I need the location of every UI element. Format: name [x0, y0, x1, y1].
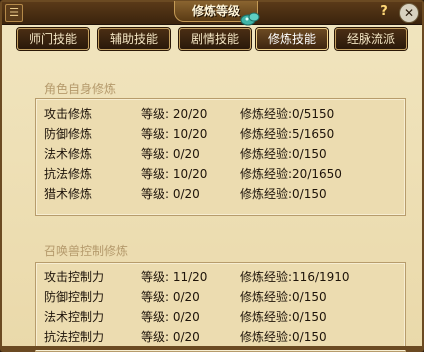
skill-level: 等级: 0/20 — [141, 310, 200, 324]
skill-exp: 修炼经验:0/5150 — [240, 107, 335, 121]
jade-ornament-icon — [240, 12, 260, 26]
self-cultivation-heading: 角色自身修炼 — [44, 82, 117, 96]
window-bottom-border — [2, 346, 422, 350]
skill-name: 猎术修炼 — [44, 187, 93, 201]
skill-level: 等级: 0/20 — [141, 187, 200, 201]
pet-control-panel: 攻击控制力 等级: 11/20 修炼经验:116/1910 防御控制力 等级: … — [35, 262, 406, 352]
skill-exp: 修炼经验:0/150 — [240, 330, 327, 344]
pet-control-heading: 召唤兽控制修炼 — [44, 244, 129, 258]
skill-exp: 修炼经验:0/150 — [240, 310, 327, 324]
skill-level: 等级: 10/20 — [141, 127, 208, 141]
skill-name: 抗法控制力 — [44, 330, 105, 344]
skill-name: 攻击修炼 — [44, 107, 93, 121]
skill-exp: 修炼经验:0/150 — [240, 147, 327, 161]
skill-level: 等级: 0/20 — [141, 147, 200, 161]
skill-name: 法术修炼 — [44, 147, 93, 161]
title-bar[interactable]: ☰ 修炼等级 ? ✕ — [2, 1, 422, 26]
skill-level: 等级: 0/20 — [141, 330, 200, 344]
tab-sect-skills[interactable]: 师门技能 — [17, 28, 89, 50]
skill-exp: 修炼经验:5/1650 — [240, 127, 335, 141]
close-button[interactable]: ✕ — [399, 3, 419, 23]
tab-support-skills[interactable]: 辅助技能 — [98, 28, 170, 50]
tab-story-skills[interactable]: 剧情技能 — [179, 28, 251, 50]
skill-level: 等级: 10/20 — [141, 167, 208, 181]
cultivation-window: ☰ 修炼等级 ? ✕ 师门技能 辅助技能 剧情技能 修炼技能 经脉流派 角色自身… — [0, 0, 424, 352]
skill-exp: 修炼经验:20/1650 — [240, 167, 342, 181]
skill-name: 攻击控制力 — [44, 270, 105, 284]
skill-level: 等级: 11/20 — [141, 270, 208, 284]
menu-icon[interactable]: ☰ — [5, 4, 23, 22]
help-button[interactable]: ? — [376, 4, 392, 20]
skill-level: 等级: 0/20 — [141, 290, 200, 304]
skill-exp: 修炼经验:0/150 — [240, 290, 327, 304]
tab-cultivation-skills[interactable]: 修炼技能 — [256, 28, 328, 50]
skill-name: 法术控制力 — [44, 310, 105, 324]
skill-level: 等级: 20/20 — [141, 107, 208, 121]
self-cultivation-panel: 攻击修炼 等级: 20/20 修炼经验:0/5150 防御修炼 等级: 10/2… — [35, 98, 406, 216]
skill-name: 防御修炼 — [44, 127, 93, 141]
skill-name: 抗法修炼 — [44, 167, 93, 181]
skill-exp: 修炼经验:0/150 — [240, 187, 327, 201]
tab-meridian-schools[interactable]: 经脉流派 — [335, 28, 407, 50]
skill-name: 防御控制力 — [44, 290, 105, 304]
skill-exp: 修炼经验:116/1910 — [240, 270, 350, 284]
